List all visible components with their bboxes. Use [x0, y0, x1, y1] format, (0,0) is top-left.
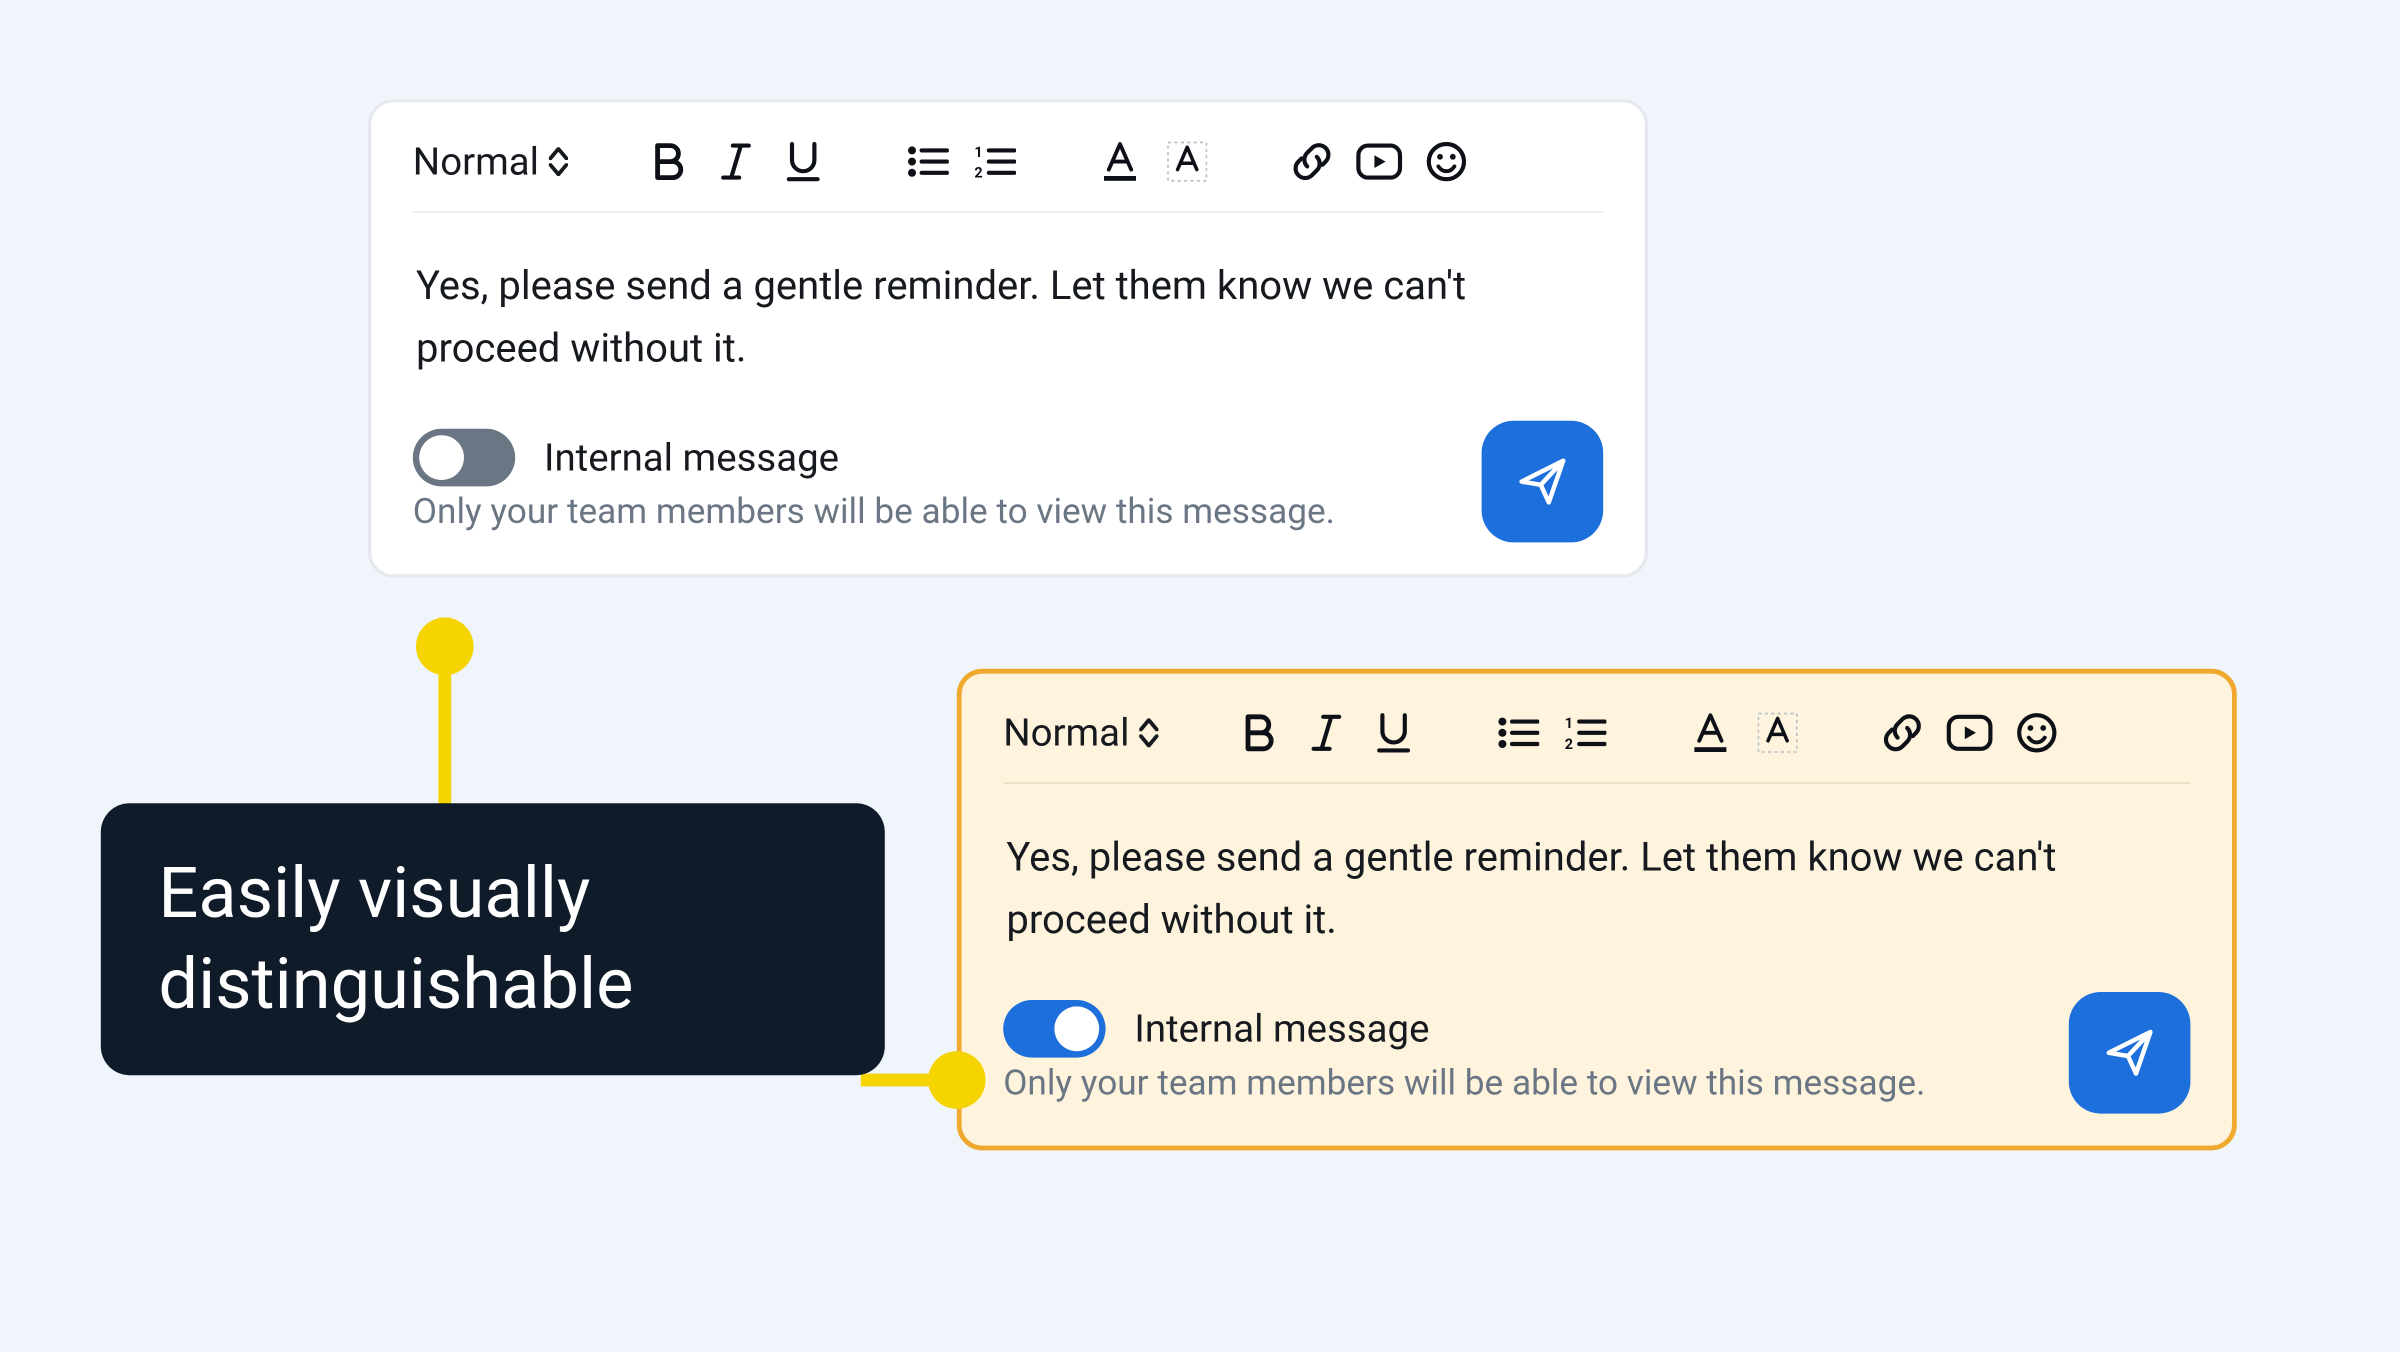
text-color-icon[interactable] [1686, 709, 1734, 757]
internal-message-toggle[interactable] [413, 429, 515, 487]
annotation-callout: Easily visually distinguishable [101, 803, 885, 1076]
composer-footer: Internal message Only your team members … [413, 420, 1603, 542]
underline-icon[interactable] [1369, 709, 1417, 757]
composer-footer: Internal message Only your team members … [1003, 991, 2190, 1113]
highlight-color-icon[interactable] [1753, 709, 1801, 757]
video-icon[interactable] [1355, 138, 1403, 186]
internal-toggle-hint: Only your team members will be able to v… [413, 493, 1335, 533]
link-icon[interactable] [1878, 709, 1926, 757]
text-style-label: Normal [1003, 710, 1129, 755]
message-body[interactable]: Yes, please send a gentle reminder. Let … [1003, 784, 2190, 991]
text-color-icon[interactable] [1096, 138, 1144, 186]
emoji-icon[interactable] [1422, 138, 1470, 186]
text-style-select[interactable]: Normal [413, 139, 568, 184]
editor-toolbar: Normal 12 [1003, 709, 2190, 784]
italic-icon[interactable] [1302, 709, 1350, 757]
text-style-label: Normal [413, 139, 539, 184]
svg-text:2: 2 [1565, 736, 1573, 751]
highlight-color-icon[interactable] [1163, 138, 1211, 186]
internal-toggle-label: Internal message [1134, 1006, 1429, 1051]
send-icon [2102, 1025, 2156, 1079]
send-icon [1515, 454, 1569, 508]
internal-toggle-hint: Only your team members will be able to v… [1003, 1064, 1925, 1104]
message-composer-internal: Normal 12 [957, 669, 2237, 1150]
message-composer-default: Normal 12 [368, 99, 1648, 577]
editor-toolbar: Normal 12 [413, 138, 1603, 213]
message-body[interactable]: Yes, please send a gentle reminder. Let … [413, 213, 1603, 420]
svg-text:2: 2 [974, 165, 982, 180]
annotation-dot [416, 618, 474, 676]
emoji-icon[interactable] [2013, 709, 2061, 757]
video-icon[interactable] [1945, 709, 1993, 757]
bold-icon[interactable] [645, 138, 693, 186]
internal-message-toggle[interactable] [1003, 1000, 1105, 1058]
svg-text:1: 1 [974, 144, 982, 161]
link-icon[interactable] [1288, 138, 1336, 186]
bullet-list-icon[interactable] [904, 138, 952, 186]
send-button[interactable] [1482, 420, 1604, 542]
annotation-dot [928, 1051, 986, 1109]
text-style-select[interactable]: Normal [1003, 710, 1158, 755]
chevron-sort-icon [1139, 718, 1158, 747]
numbered-list-icon[interactable]: 12 [1561, 709, 1609, 757]
internal-toggle-label: Internal message [544, 435, 839, 480]
chevron-sort-icon [549, 147, 568, 176]
send-button[interactable] [2069, 991, 2191, 1113]
italic-icon[interactable] [712, 138, 760, 186]
bullet-list-icon[interactable] [1494, 709, 1542, 757]
numbered-list-icon[interactable]: 12 [971, 138, 1019, 186]
svg-text:1: 1 [1565, 715, 1573, 732]
underline-icon[interactable] [779, 138, 827, 186]
bold-icon[interactable] [1235, 709, 1283, 757]
